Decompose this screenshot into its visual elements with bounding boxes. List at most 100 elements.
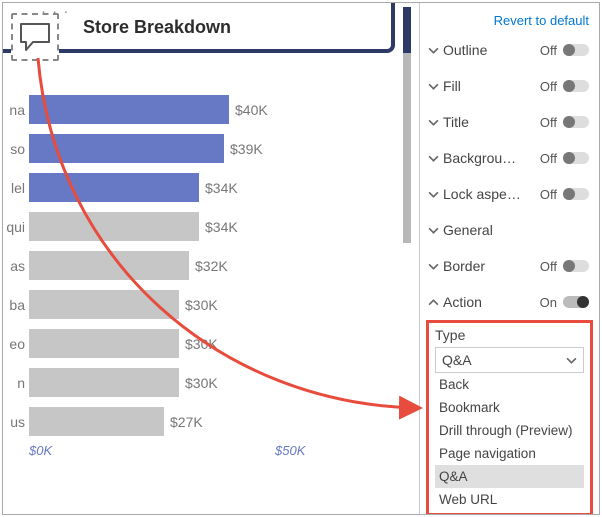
property-row-title[interactable]: TitleOff xyxy=(420,104,599,140)
bar-chart: na$40Kso$39Klel$34Kqui$34Kas$32Kba$30Keo… xyxy=(3,95,383,446)
card-border-accent xyxy=(403,7,411,53)
bar-row: as$32K xyxy=(3,251,383,280)
chevron-down-icon xyxy=(428,45,439,56)
bar-fill xyxy=(29,290,179,319)
toggle-switch[interactable] xyxy=(563,296,589,308)
property-row-general[interactable]: General xyxy=(420,212,599,248)
bar-row: us$27K xyxy=(3,407,383,436)
bar-track: $32K xyxy=(29,251,383,280)
bar-category-label: ba xyxy=(3,297,29,313)
bar-track: $34K xyxy=(29,212,383,241)
property-label: Action xyxy=(443,294,482,310)
property-label: Border xyxy=(443,258,485,274)
bar-row: lel $34K xyxy=(3,173,383,202)
property-label: General xyxy=(443,222,493,238)
toggle-state-label: Off xyxy=(540,115,557,130)
bar-value-label: $39K xyxy=(230,141,263,157)
bar-value-label: $27K xyxy=(170,414,203,430)
toggle-switch[interactable] xyxy=(563,116,589,128)
dropdown-option[interactable]: Drill through (Preview) xyxy=(435,419,584,442)
bar-fill xyxy=(29,134,224,163)
bar-category-label: lel xyxy=(3,180,29,196)
property-row-right: Off xyxy=(540,259,589,274)
toggle-switch[interactable] xyxy=(563,188,589,200)
property-label: Backgrou… xyxy=(443,150,516,166)
bar-track: $34K xyxy=(29,173,383,202)
chevron-up-icon xyxy=(428,297,439,308)
property-row-left: Lock aspe… xyxy=(428,186,521,202)
dropdown-option[interactable]: Web URL xyxy=(435,488,584,511)
bar-value-label: $30K xyxy=(185,297,218,313)
bar-track: $27K xyxy=(29,407,383,436)
dropdown-option[interactable]: Back xyxy=(435,373,584,396)
chevron-down-icon xyxy=(428,225,439,236)
axis-tick: $50K xyxy=(275,443,305,458)
property-row-action[interactable]: Action On xyxy=(420,284,599,320)
type-dropdown-value: Q&A xyxy=(442,352,472,368)
bar-value-label: $34K xyxy=(205,219,238,235)
bar-fill xyxy=(29,173,199,202)
chart-card: · · · Store Breakdown na$40Kso$39Klel$34… xyxy=(3,3,395,465)
chart-title: Store Breakdown xyxy=(83,17,231,38)
property-row-right: Off xyxy=(540,151,589,166)
toggle-switch[interactable] xyxy=(563,152,589,164)
bar-value-label: $30K xyxy=(185,375,218,391)
property-row-right: Off xyxy=(540,115,589,130)
toggle-knob xyxy=(563,116,575,128)
chevron-down-icon xyxy=(428,153,439,164)
toggle-state-label: On xyxy=(540,295,557,310)
dropdown-option[interactable]: Page navigation xyxy=(435,442,584,465)
property-row-outline[interactable]: Outline Off xyxy=(420,32,599,68)
toggle-switch[interactable] xyxy=(563,80,589,92)
qna-icon-button[interactable] xyxy=(11,13,59,61)
property-row-left: Action xyxy=(428,294,482,310)
chevron-down-icon xyxy=(428,261,439,272)
bar-category-label: eo xyxy=(3,336,29,352)
toggle-switch[interactable] xyxy=(563,260,589,272)
bar-track: $40K xyxy=(29,95,383,124)
bar-row: eo$30K xyxy=(3,329,383,358)
toggle-state-label: Off xyxy=(540,43,557,58)
type-dropdown-list: BackBookmarkDrill through (Preview)Page … xyxy=(435,373,584,511)
bar-fill xyxy=(29,407,164,436)
bar-fill xyxy=(29,212,199,241)
property-row-backgrou[interactable]: Backgrou… Off xyxy=(420,140,599,176)
scroll-track xyxy=(403,53,411,243)
property-row-lockaspe[interactable]: Lock aspe… Off xyxy=(420,176,599,212)
toggle-knob xyxy=(563,152,575,164)
toggle-knob xyxy=(563,188,575,200)
bar-value-label: $34K xyxy=(205,180,238,196)
bar-fill xyxy=(29,251,189,280)
toggle-state-label: Off xyxy=(540,187,557,202)
bar-row: ba $30K xyxy=(3,290,383,319)
action-type-section: Type Q&A BackBookmarkDrill through (Prev… xyxy=(426,320,593,515)
property-row-border[interactable]: Border Off xyxy=(420,248,599,284)
toggle-knob xyxy=(577,296,589,308)
dropdown-option[interactable]: Q&A xyxy=(435,465,584,488)
bar-row: so $39K xyxy=(3,134,383,163)
bar-category-label: so xyxy=(3,141,29,157)
speech-bubble-icon xyxy=(19,22,51,52)
bar-track: $30K xyxy=(29,329,383,358)
revert-to-default-link[interactable]: Revert to default xyxy=(420,9,599,32)
bar-category-label: na xyxy=(3,102,29,118)
property-row-left: Outline xyxy=(428,42,487,58)
axis-tick: $0K xyxy=(29,443,52,458)
property-row-right: Off xyxy=(540,79,589,94)
dropdown-option[interactable]: Bookmark xyxy=(435,396,584,419)
property-row-left: General xyxy=(428,222,493,238)
format-pane: Revert to default OutlineOffFillOffTitle… xyxy=(419,3,599,514)
toggle-knob xyxy=(563,44,575,56)
bar-fill xyxy=(29,329,179,358)
property-row-fill[interactable]: FillOff xyxy=(420,68,599,104)
toggle-state-label: Off xyxy=(540,259,557,274)
toggle-switch[interactable] xyxy=(563,44,589,56)
bar-row: qui$34K xyxy=(3,212,383,241)
chevron-down-icon xyxy=(428,81,439,92)
bar-track: $30K xyxy=(29,290,383,319)
type-dropdown[interactable]: Q&A xyxy=(435,347,584,373)
chevron-down-icon xyxy=(566,355,577,366)
bar-value-label: $32K xyxy=(195,258,228,274)
bar-track: $39K xyxy=(29,134,383,163)
property-label: Outline xyxy=(443,42,487,58)
